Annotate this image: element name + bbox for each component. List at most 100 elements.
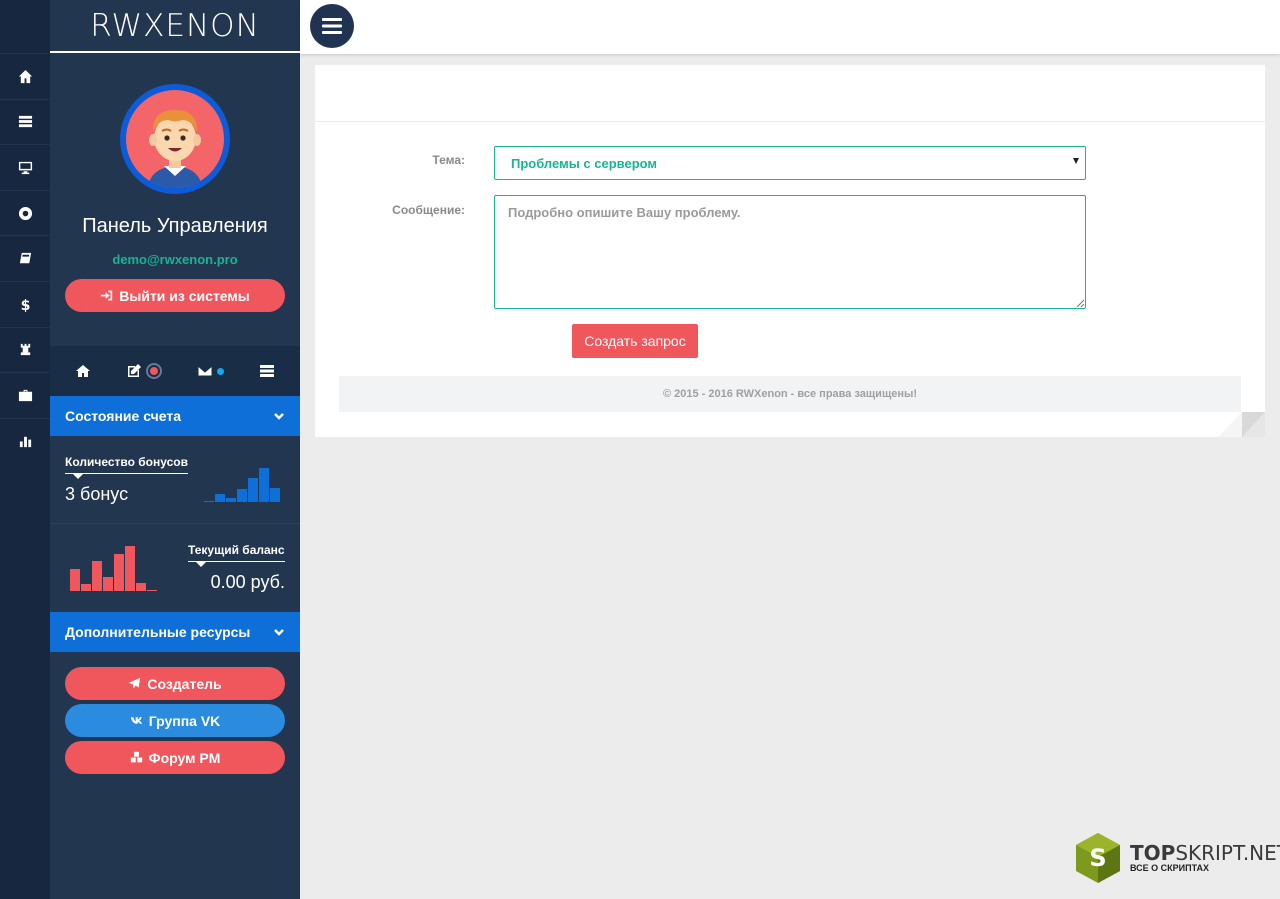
vk-icon (130, 717, 142, 724)
copyright-footer: © 2015 - 2016 RWXenon - все права защище… (339, 376, 1241, 412)
home-icon (76, 365, 91, 377)
quick-servers-button[interactable] (259, 363, 275, 379)
sparkline-bar (114, 554, 124, 591)
quick-edit-button[interactable] (126, 363, 163, 379)
account-status-header[interactable]: Состояние счета (50, 396, 300, 436)
rail-desktop-link[interactable] (0, 144, 50, 190)
watermark-brand-b: SKRIPT.NET (1175, 841, 1280, 865)
topic-selected-value: Проблемы с сервером (511, 155, 658, 171)
page-fold-decoration (1219, 412, 1265, 437)
avatar-image (126, 90, 224, 188)
rail-business-link[interactable] (0, 372, 50, 418)
desktop-icon (18, 161, 32, 175)
sign-out-icon (101, 290, 113, 301)
dollar-icon: $ (20, 298, 30, 312)
create-request-button[interactable]: Создать запрос (572, 324, 698, 358)
card-header (315, 65, 1265, 122)
balance-value: 0.00 руб. (210, 572, 285, 592)
chess-rook-icon (20, 344, 30, 356)
avatar-illustration (148, 110, 202, 188)
sparkline-bar (103, 577, 113, 591)
topic-select[interactable]: Проблемы с сервером (494, 146, 1086, 180)
avatar (120, 84, 230, 194)
logout-button[interactable]: Выйти из системы (65, 279, 285, 312)
rail-spacer (0, 0, 50, 53)
logout-label: Выйти из системы (119, 287, 250, 304)
hamburger-icon (322, 18, 342, 34)
bar-chart-icon (19, 436, 31, 447)
balance-label: Текущий баланс (188, 543, 285, 567)
chevron-down-icon (274, 413, 284, 420)
stats-divider (50, 523, 300, 524)
sparkline-bar (270, 488, 280, 502)
watermark-tagline: ВСЕ О СКРИПТАХ (1130, 863, 1210, 873)
briefcase-icon (18, 389, 32, 402)
menu-toggle-button[interactable] (310, 4, 354, 48)
mail-indicator-dot (216, 367, 224, 375)
topskript-watermark: S TOPSKRIPT.NET ВСЕ О СКРИПТАХ (1072, 832, 1280, 884)
ticket-card: Тема: Проблемы с сервером Сообщение: Соз… (315, 65, 1265, 437)
copyright-text: © 2015 - 2016 RWXenon - все права защище… (662, 388, 918, 400)
rail-stats-link[interactable] (0, 417, 50, 464)
sidebar: RWXENON Панель Управления demo@rwxenon.p… (50, 0, 300, 899)
sparkline-bar (215, 494, 225, 502)
creator-label: Создатель (147, 675, 222, 692)
notification-dot (146, 363, 163, 379)
forum-label: Форум PM (148, 749, 221, 766)
bonus-value: 3 бонус (65, 484, 129, 504)
sparkline-bar (136, 583, 146, 591)
quick-mail-button[interactable] (197, 363, 224, 379)
user-email: demo@rwxenon.pro (112, 252, 238, 267)
panel-title: Панель Управления (82, 215, 268, 237)
topic-label: Тема: (432, 153, 465, 167)
watermark-brand: TOPSKRIPT.NET (1130, 841, 1280, 865)
rail-docs-link[interactable] (0, 235, 50, 281)
top-bar (300, 0, 1280, 54)
sparkline-bar (70, 569, 80, 591)
rail-support-link[interactable] (0, 189, 50, 236)
sparkline-bar (81, 584, 91, 591)
bonus-sparkline (204, 462, 280, 502)
resources-title: Дополнительные ресурсы (65, 624, 251, 640)
sparkline-bar (237, 489, 247, 502)
vk-group-label: Группа VK (148, 712, 221, 729)
server-icon (259, 365, 274, 377)
resize-handle-icon[interactable] (1076, 299, 1084, 307)
message-textarea[interactable] (494, 195, 1086, 309)
rail-servers-link[interactable] (0, 98, 50, 145)
sparkline-bar (125, 546, 135, 591)
message-label: Сообщение: (392, 203, 465, 217)
watermark-brand-a: TOP (1130, 841, 1176, 865)
forum-button[interactable]: Форум PM (65, 741, 285, 774)
icon-rail: $ (0, 0, 50, 899)
rail-billing-link[interactable]: $ (0, 280, 50, 327)
brand-logo[interactable]: RWXENON (50, 0, 300, 53)
rail-games-link[interactable] (0, 326, 50, 373)
server-icon (18, 116, 32, 128)
vk-group-button[interactable]: Группа VK (65, 704, 285, 737)
sparkline-bar (204, 501, 214, 502)
sparkline-bar (226, 498, 236, 502)
rail-home-link[interactable] (0, 53, 50, 99)
sparkline-bar (259, 468, 269, 502)
svg-text:$: $ (20, 298, 30, 312)
caret-down-icon (1073, 158, 1079, 164)
topskript-logo-icon: S (1076, 833, 1120, 883)
paper-plane-icon (129, 677, 141, 689)
cubes-icon (130, 751, 142, 763)
svg-text:S: S (1089, 844, 1106, 872)
sparkline-bar (147, 590, 157, 591)
life-ring-icon (18, 206, 32, 220)
chevron-down-icon (274, 629, 284, 636)
sparkline-bar (248, 478, 258, 502)
envelope-icon (197, 365, 213, 377)
resources-header[interactable]: Дополнительные ресурсы (50, 612, 300, 652)
home-icon (18, 69, 32, 83)
book-icon (19, 253, 31, 264)
creator-button[interactable]: Создатель (65, 667, 285, 700)
account-status-title: Состояние счета (65, 408, 182, 424)
quick-home-button[interactable] (75, 363, 91, 379)
quick-actions (50, 346, 300, 396)
sparkline-bar (92, 561, 102, 591)
edit-icon (128, 364, 142, 377)
